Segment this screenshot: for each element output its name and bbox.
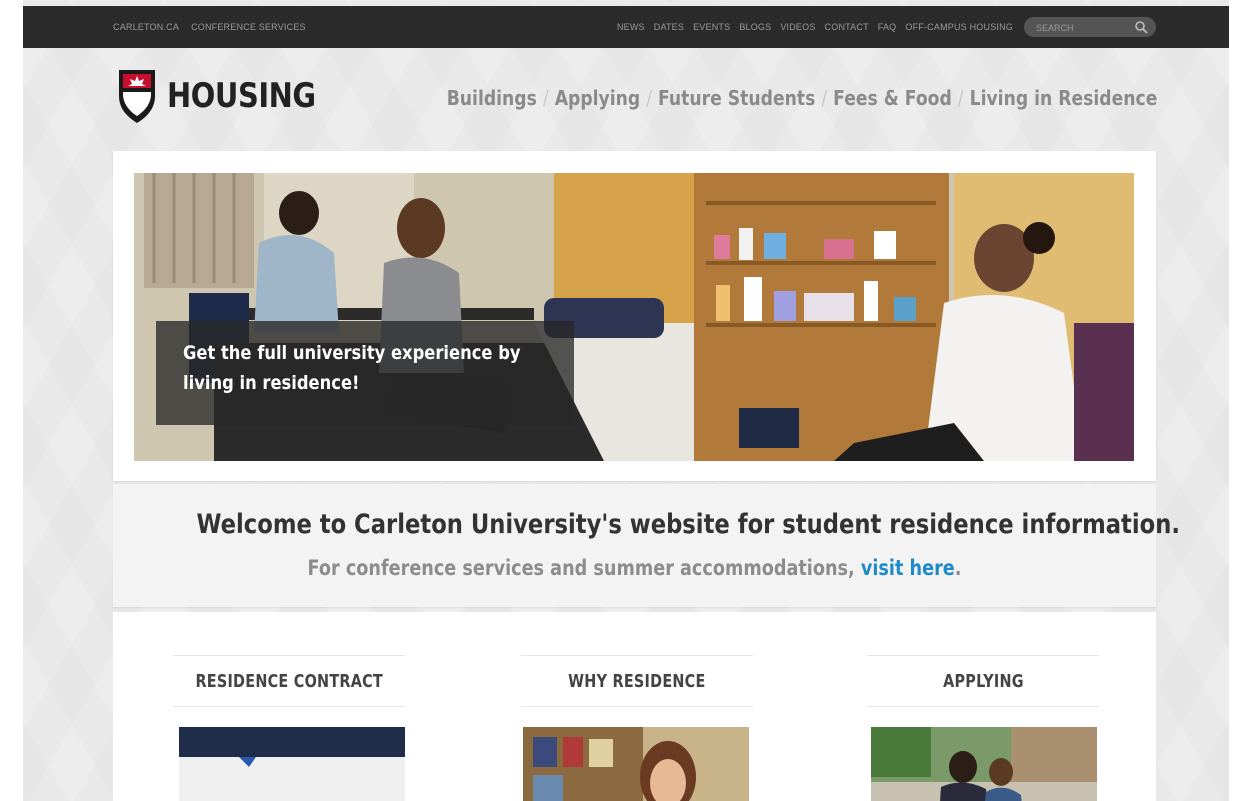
- feature-title-bar: RESIDENCE CONTRACT: [173, 655, 405, 707]
- nav-separator: /: [645, 86, 652, 110]
- visit-here-link[interactable]: visit here: [861, 556, 955, 580]
- hero-caption: Get the full university experience by li…: [156, 321, 574, 425]
- faq-link[interactable]: FAQ: [878, 22, 897, 32]
- carleton-link[interactable]: CARLETON.CA: [113, 22, 179, 32]
- search-icon[interactable]: [1134, 20, 1148, 34]
- nav-fees-food[interactable]: Fees & Food: [833, 86, 952, 110]
- main-navigation: Buildings / Applying / Future Students /…: [446, 86, 1157, 110]
- feature-image-why[interactable]: [523, 727, 749, 801]
- feature-title: WHY RESIDENCE: [568, 670, 706, 692]
- news-link[interactable]: NEWS: [617, 22, 645, 32]
- blogs-link[interactable]: BLOGS: [739, 22, 771, 32]
- welcome-sub-text: For conference services and summer accom…: [307, 556, 861, 580]
- carleton-shield-icon: [119, 70, 155, 123]
- videos-link[interactable]: VIDEOS: [780, 22, 815, 32]
- nav-separator: /: [957, 86, 964, 110]
- utility-bar: CARLETON.CA CONFERENCE SERVICES NEWS DAT…: [23, 6, 1229, 48]
- search-input[interactable]: [1034, 19, 1134, 37]
- utility-links-right: NEWS DATES EVENTS BLOGS VIDEOS CONTACT F…: [617, 6, 1013, 48]
- feature-residence-contract[interactable]: RESIDENCE CONTRACT: [173, 655, 405, 801]
- feature-title: APPLYING: [942, 670, 1024, 692]
- welcome-section: Welcome to Carleton University's website…: [113, 484, 1181, 607]
- search-box: [1024, 17, 1156, 37]
- nav-buildings[interactable]: Buildings: [446, 86, 536, 110]
- page: CARLETON.CA CONFERENCE SERVICES NEWS DAT…: [23, 0, 1229, 801]
- nav-applying[interactable]: Applying: [554, 86, 640, 110]
- feature-image-contract[interactable]: [179, 727, 405, 801]
- events-link[interactable]: EVENTS: [693, 22, 730, 32]
- welcome-heading: Welcome to Carleton University's website…: [196, 509, 1181, 540]
- logo-text: HOUSING: [167, 76, 316, 116]
- welcome-subtext: For conference services and summer accom…: [196, 556, 1072, 580]
- feature-why-residence[interactable]: WHY RESIDENCE: [521, 655, 753, 801]
- contract-photo: [179, 727, 405, 801]
- hero-card: Get the full university experience by li…: [113, 151, 1156, 481]
- feature-applying[interactable]: APPLYING: [867, 655, 1099, 801]
- off-campus-housing-link[interactable]: OFF-CAMPUS HOUSING: [905, 22, 1013, 32]
- hero-image: Get the full university experience by li…: [134, 173, 1134, 461]
- campus-photo: [871, 727, 1097, 801]
- utility-links-left: CARLETON.CA CONFERENCE SERVICES: [113, 6, 306, 48]
- feature-title: RESIDENCE CONTRACT: [195, 670, 383, 692]
- nav-separator: /: [820, 86, 827, 110]
- hero-caption-line1: Get the full university experience by: [183, 342, 521, 364]
- feature-image-applying[interactable]: [871, 727, 1097, 801]
- nav-future-students[interactable]: Future Students: [658, 86, 815, 110]
- student-photo: [523, 727, 749, 801]
- nav-separator: /: [542, 86, 549, 110]
- contact-link[interactable]: CONTACT: [825, 22, 869, 32]
- feature-title-bar: WHY RESIDENCE: [521, 655, 753, 707]
- feature-title-bar: APPLYING: [867, 655, 1099, 707]
- hero-caption-text: Get the full university experience by li…: [183, 338, 527, 398]
- welcome-sub-end: .: [954, 556, 962, 580]
- site-logo[interactable]: HOUSING: [115, 66, 342, 126]
- nav-living-in-residence[interactable]: Living in Residence: [969, 86, 1157, 110]
- features-section: RESIDENCE CONTRACT WHY RESIDENCE APPLYIN…: [113, 612, 1156, 801]
- dates-link[interactable]: DATES: [654, 22, 684, 32]
- hero-caption-line2: living in residence!: [183, 372, 360, 394]
- conference-services-link[interactable]: CONFERENCE SERVICES: [191, 22, 306, 32]
